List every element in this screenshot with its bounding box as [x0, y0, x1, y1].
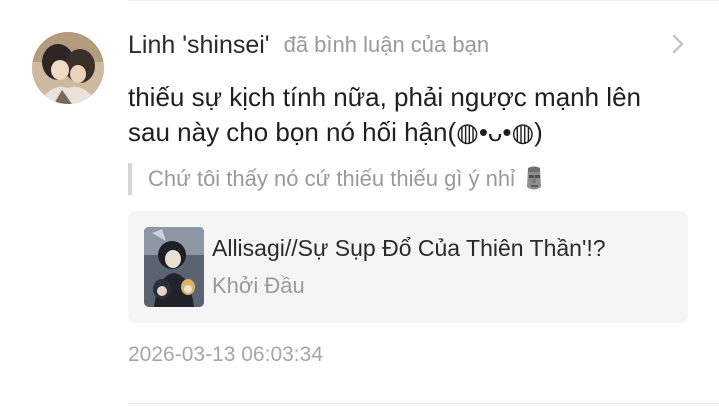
timestamp: 2026-03-13 06:03:34: [128, 343, 323, 366]
avatar-image: [32, 32, 104, 104]
action-text: đã bình luận của bạn: [283, 32, 490, 57]
story-card[interactable]: Allisagi//Sự Sụp Đổ Của Thiên Thần'!? Kh…: [128, 211, 688, 323]
bottom-divider: [128, 403, 719, 404]
story-title: Allisagi//Sự Sụp Đổ Của Thiên Thần'!?: [212, 235, 606, 261]
quoted-reply-text: Chứ tôi thấy nó cứ thiếu thiếu gì ý nhỉ: [148, 166, 515, 191]
comment-header: Linh 'shinsei' đã bình luận của bạn: [128, 28, 489, 62]
quote-bar: [128, 163, 132, 195]
moai-icon: [527, 166, 541, 190]
avatar[interactable]: [32, 32, 104, 104]
comment-body: thiếu sự kịch tính nữa, phải ngược mạnh …: [128, 82, 641, 147]
top-divider: [128, 0, 719, 1]
book-cover-image: [144, 227, 204, 307]
quoted-reply: Chứ tôi thấy nó cứ thiếu thiếu gì ý nhỉ: [128, 163, 545, 195]
book-cover: [144, 227, 204, 307]
chapter-name: Khởi Đầu: [212, 273, 305, 298]
chevron-right-icon[interactable]: [669, 34, 687, 54]
author-name[interactable]: Linh 'shinsei': [128, 31, 270, 60]
